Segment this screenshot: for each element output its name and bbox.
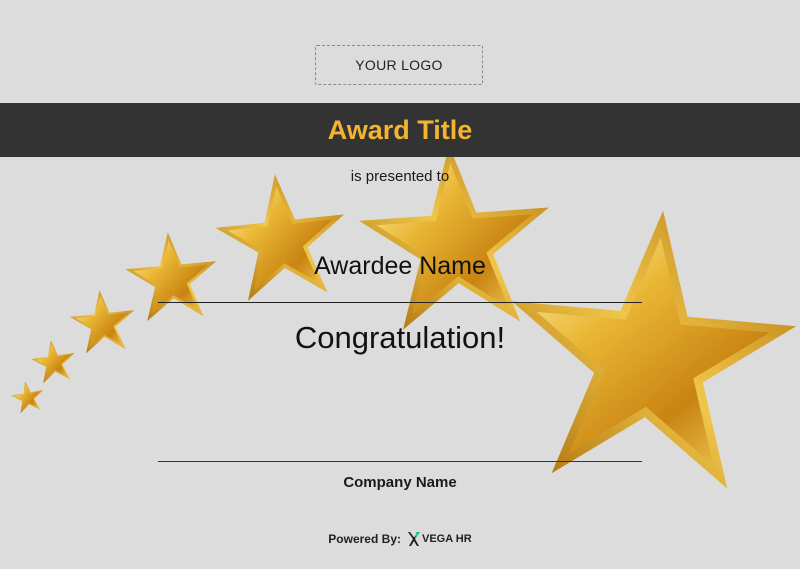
company-name[interactable]: Company Name xyxy=(0,474,800,491)
congratulation-text[interactable]: Congratulation! xyxy=(0,320,800,356)
award-title[interactable]: Award Title xyxy=(328,115,473,146)
vega-hr-brand-text: VEGA HR xyxy=(421,533,472,545)
star-5 xyxy=(210,167,353,304)
awardee-name[interactable]: Awardee Name xyxy=(0,252,800,281)
powered-by-footer: Powered By: VEGA HR xyxy=(0,531,800,547)
presented-to-text: is presented to xyxy=(350,168,450,185)
certificate: YOUR LOGO Award Title is presented to Aw… xyxy=(0,0,800,569)
signature-line xyxy=(158,461,642,462)
title-bar: Award Title xyxy=(0,103,800,157)
star-1 xyxy=(9,378,47,415)
awardee-underline xyxy=(158,302,642,303)
logo-placeholder-text: YOUR LOGO xyxy=(355,57,443,73)
logo-placeholder[interactable]: YOUR LOGO xyxy=(315,45,483,85)
vega-hr-logo: VEGA HR xyxy=(407,531,472,547)
vega-x-icon xyxy=(407,532,420,546)
powered-by-label: Powered By: xyxy=(328,532,401,546)
